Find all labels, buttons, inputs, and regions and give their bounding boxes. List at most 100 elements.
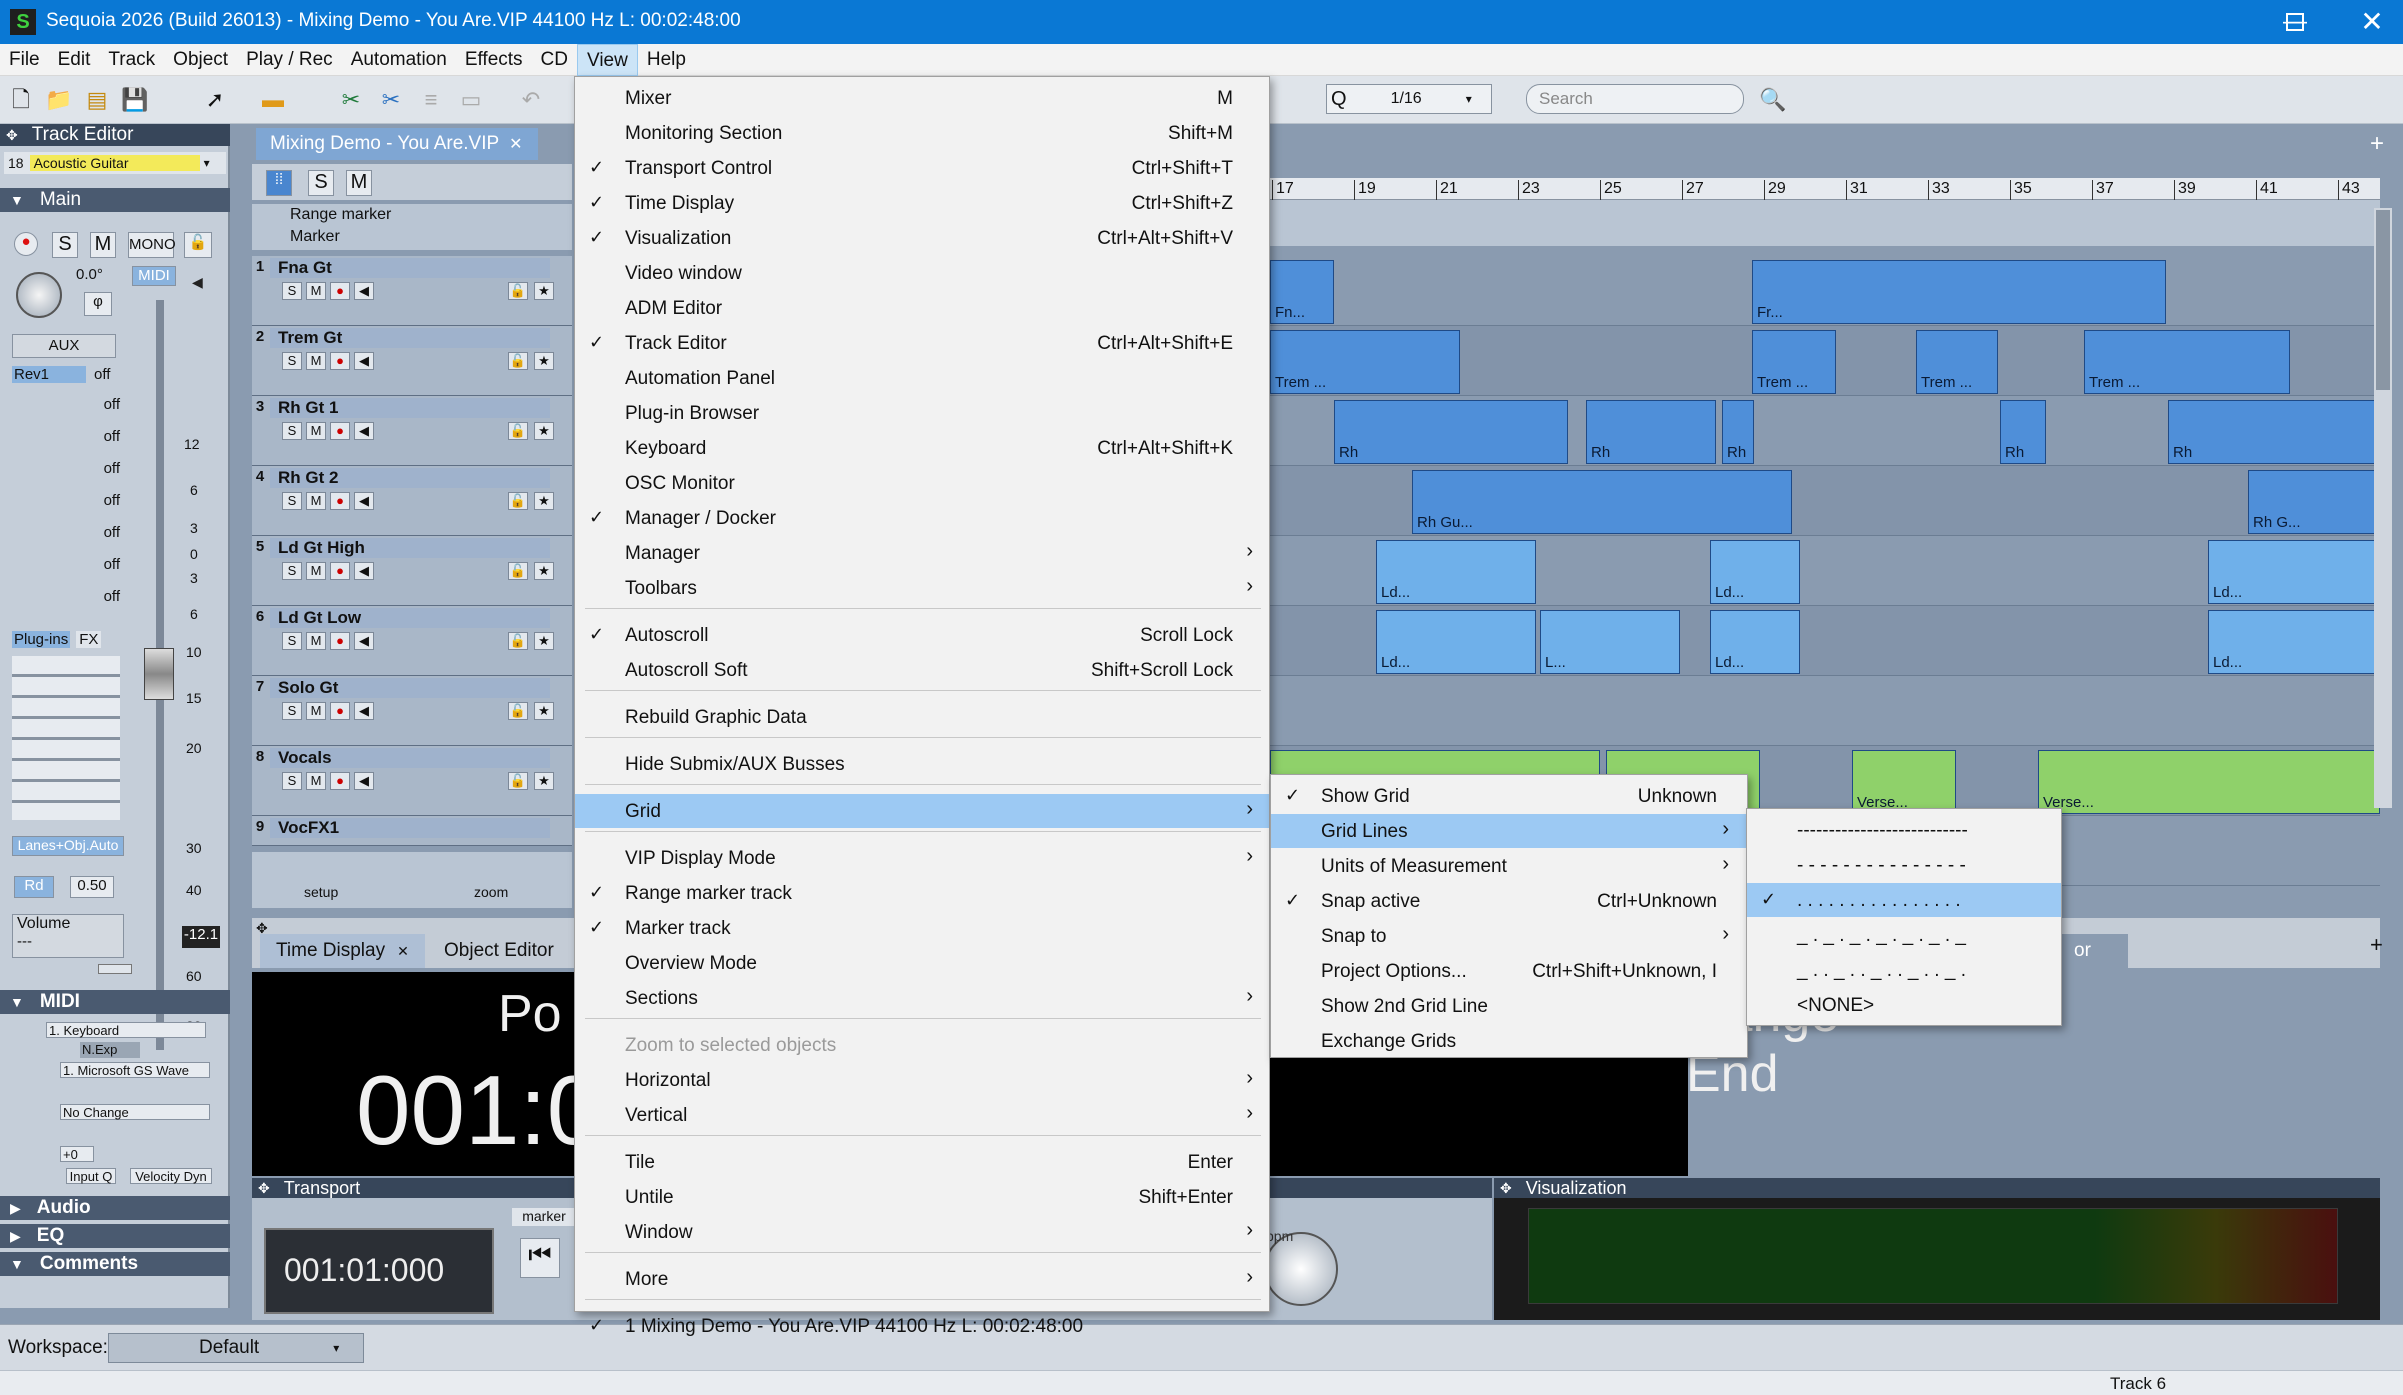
track-name[interactable]: Vocals xyxy=(270,748,550,768)
track-monitor-button[interactable]: ◀ xyxy=(354,282,374,300)
view-menu-item[interactable]: Manager › xyxy=(575,536,1269,570)
open-folder-icon[interactable]: 📁 xyxy=(44,85,74,115)
view-menu-item[interactable]: ✓ Manager / Docker xyxy=(575,501,1269,535)
track-lane[interactable] xyxy=(1270,676,2380,746)
track-name[interactable]: VocFX1 xyxy=(270,818,550,838)
track-mute-button[interactable]: M xyxy=(306,702,326,720)
view-menu-item[interactable]: ✓ Marker track xyxy=(575,911,1269,945)
mute-button[interactable]: M xyxy=(90,232,116,258)
track-name[interactable]: Trem Gt xyxy=(270,328,550,348)
view-menu-item[interactable]: Hide Submix/AUX Busses xyxy=(575,747,1269,781)
track-row[interactable]: 5 Ld Gt High S M ● ◀ 🔓 ★ xyxy=(252,536,572,606)
range-tool-icon[interactable]: ▬ xyxy=(258,85,288,115)
main-section-header[interactable]: ▼ Main xyxy=(0,188,230,212)
audio-clip[interactable]: L... xyxy=(1540,610,1680,674)
lock-icon[interactable]: 🔓 xyxy=(508,352,528,370)
menu-cd[interactable]: CD xyxy=(532,44,577,76)
track-record-button[interactable]: ● xyxy=(330,352,350,370)
project-tab[interactable]: Mixing Demo - You Are.VIP ✕ xyxy=(256,128,538,160)
search-icon[interactable]: 🔍 xyxy=(1758,85,1788,115)
lock-icon[interactable]: 🔓 xyxy=(508,422,528,440)
save-icon[interactable]: 💾 xyxy=(120,85,150,115)
group-icon[interactable]: ▭ xyxy=(456,85,486,115)
add-tab-icon[interactable]: + xyxy=(2370,932,2383,958)
program-select[interactable]: No Change xyxy=(60,1104,210,1120)
menu-automation[interactable]: Automation xyxy=(342,44,456,76)
vertical-scrollbar[interactable] xyxy=(2374,208,2392,808)
view-menu-item[interactable]: Rebuild Graphic Data xyxy=(575,700,1269,734)
menu-object[interactable]: Object xyxy=(164,44,237,76)
tab-time-display[interactable]: Time Display ✕ xyxy=(260,934,425,968)
audio-clip[interactable]: Rh G... xyxy=(2248,470,2380,534)
audio-clip[interactable]: Rh xyxy=(1722,400,1754,464)
audio-clip[interactable]: Ld... xyxy=(2208,540,2380,604)
track-name-field[interactable]: Acoustic Guitar xyxy=(29,155,200,171)
fx-button[interactable]: FX xyxy=(76,630,102,648)
view-menu-item[interactable]: ✓ Transport Control Ctrl+Shift+T xyxy=(575,151,1269,185)
pointer-tool-icon[interactable]: ➚ xyxy=(200,85,230,115)
track-monitor-button[interactable]: ◀ xyxy=(354,702,374,720)
track-name[interactable]: Solo Gt xyxy=(270,678,550,698)
star-icon[interactable]: ★ xyxy=(534,282,554,300)
audio-clip[interactable]: Ld... xyxy=(1710,610,1800,674)
move-handle-icon[interactable]: ✥ xyxy=(6,127,18,144)
audio-clip[interactable]: Rh xyxy=(2168,400,2380,464)
move-handle-icon[interactable]: ✥ xyxy=(1500,1180,1512,1197)
track-record-button[interactable]: ● xyxy=(330,632,350,650)
audio-section-header[interactable]: ▶ Audio xyxy=(0,1196,230,1220)
tab-object-editor[interactable]: Object Editor xyxy=(428,934,570,968)
workspace-select[interactable]: Default ▾ xyxy=(108,1333,364,1363)
tab-editor[interactable]: or xyxy=(2058,934,2128,968)
view-menu-item[interactable]: Tile Enter xyxy=(575,1145,1269,1179)
view-menu-item[interactable]: Video window xyxy=(575,256,1269,290)
add-track-icon[interactable]: + xyxy=(2370,130,2384,158)
track-monitor-button[interactable]: ◀ xyxy=(354,422,374,440)
volume-fader[interactable] xyxy=(144,648,174,700)
phase-icon[interactable]: φ xyxy=(84,292,112,316)
midi-button[interactable]: MIDI xyxy=(132,266,176,286)
lock-icon[interactable]: 🔓 xyxy=(508,702,528,720)
star-icon[interactable]: ★ xyxy=(534,772,554,790)
grid-menu-item[interactable]: Show 2nd Grid Line xyxy=(1271,989,1747,1023)
view-menu-item[interactable]: ADM Editor xyxy=(575,291,1269,325)
track-solo-button[interactable]: S xyxy=(282,702,302,720)
view-menu-item[interactable]: ✓ Visualization Ctrl+Alt+Shift+V xyxy=(575,221,1269,255)
view-menu-item[interactable]: Keyboard Ctrl+Alt+Shift+K xyxy=(575,431,1269,465)
balance-slider[interactable] xyxy=(98,964,132,974)
view-menu-item[interactable]: ✓ Track Editor Ctrl+Alt+Shift+E xyxy=(575,326,1269,360)
track-row[interactable]: 7 Solo Gt S M ● ◀ 🔓 ★ xyxy=(252,676,572,746)
close-icon[interactable]: ✕ xyxy=(509,134,522,154)
lock-icon[interactable]: 🔓 xyxy=(508,772,528,790)
search-box[interactable]: Search xyxy=(1526,84,1744,114)
track-record-button[interactable]: ● xyxy=(330,562,350,580)
grid-menu-item[interactable]: Units of Measurement › xyxy=(1271,849,1747,883)
view-menu-item[interactable]: Plug-in Browser xyxy=(575,396,1269,430)
split-icon[interactable]: ✂ xyxy=(376,85,406,115)
view-menu-item[interactable]: More › xyxy=(575,1262,1269,1296)
audio-clip[interactable]: Trem ... xyxy=(1270,330,1460,394)
star-icon[interactable]: ★ xyxy=(534,352,554,370)
grid-lines-menu-item[interactable]: - - - - - - - - - - - - - - - xyxy=(1747,848,2061,882)
track-name[interactable]: Ld Gt High xyxy=(270,538,550,558)
velocity-dyn-button[interactable]: Velocity Dyn xyxy=(130,1168,212,1184)
audio-clip[interactable]: Fr... xyxy=(1752,260,2166,324)
star-icon[interactable]: ★ xyxy=(534,492,554,510)
view-menu-item[interactable]: Automation Panel xyxy=(575,361,1269,395)
grid-lines-menu-item[interactable]: _ . . _ . . _ . . _ . . _ . xyxy=(1747,953,2061,987)
track-row[interactable]: 8 Vocals S M ● ◀ 🔓 ★ xyxy=(252,746,572,816)
search-input[interactable]: Search xyxy=(1539,89,1593,109)
track-solo-button[interactable]: S xyxy=(282,422,302,440)
undo-icon[interactable]: ↶ xyxy=(516,85,546,115)
view-menu-item[interactable]: ✓ 1 Mixing Demo - You Are.VIP 44100 Hz L:… xyxy=(575,1309,1269,1343)
star-icon[interactable]: ★ xyxy=(534,632,554,650)
view-menu-item[interactable]: VIP Display Mode › xyxy=(575,841,1269,875)
transport-time[interactable]: 001:01:000 xyxy=(264,1228,494,1314)
grid-lines-menu-item[interactable]: _ . _ . _ . _ . _ . _ . _ xyxy=(1747,918,2061,952)
track-name[interactable]: Rh Gt 1 xyxy=(270,398,550,418)
audio-clip[interactable]: Trem ... xyxy=(1752,330,1836,394)
aux-send-3[interactable]: off xyxy=(12,428,120,448)
audio-clip[interactable]: Trem ... xyxy=(1916,330,1998,394)
audio-clip[interactable]: Rh xyxy=(2000,400,2046,464)
arrange-area[interactable]: 17 19 21 23 25 27 29 31 33 35 37 39 41 43 Fn... Fr... Tr… xyxy=(1270,124,2380,886)
lanes-auto-button[interactable]: Lanes+Obj.Auto xyxy=(12,836,124,856)
